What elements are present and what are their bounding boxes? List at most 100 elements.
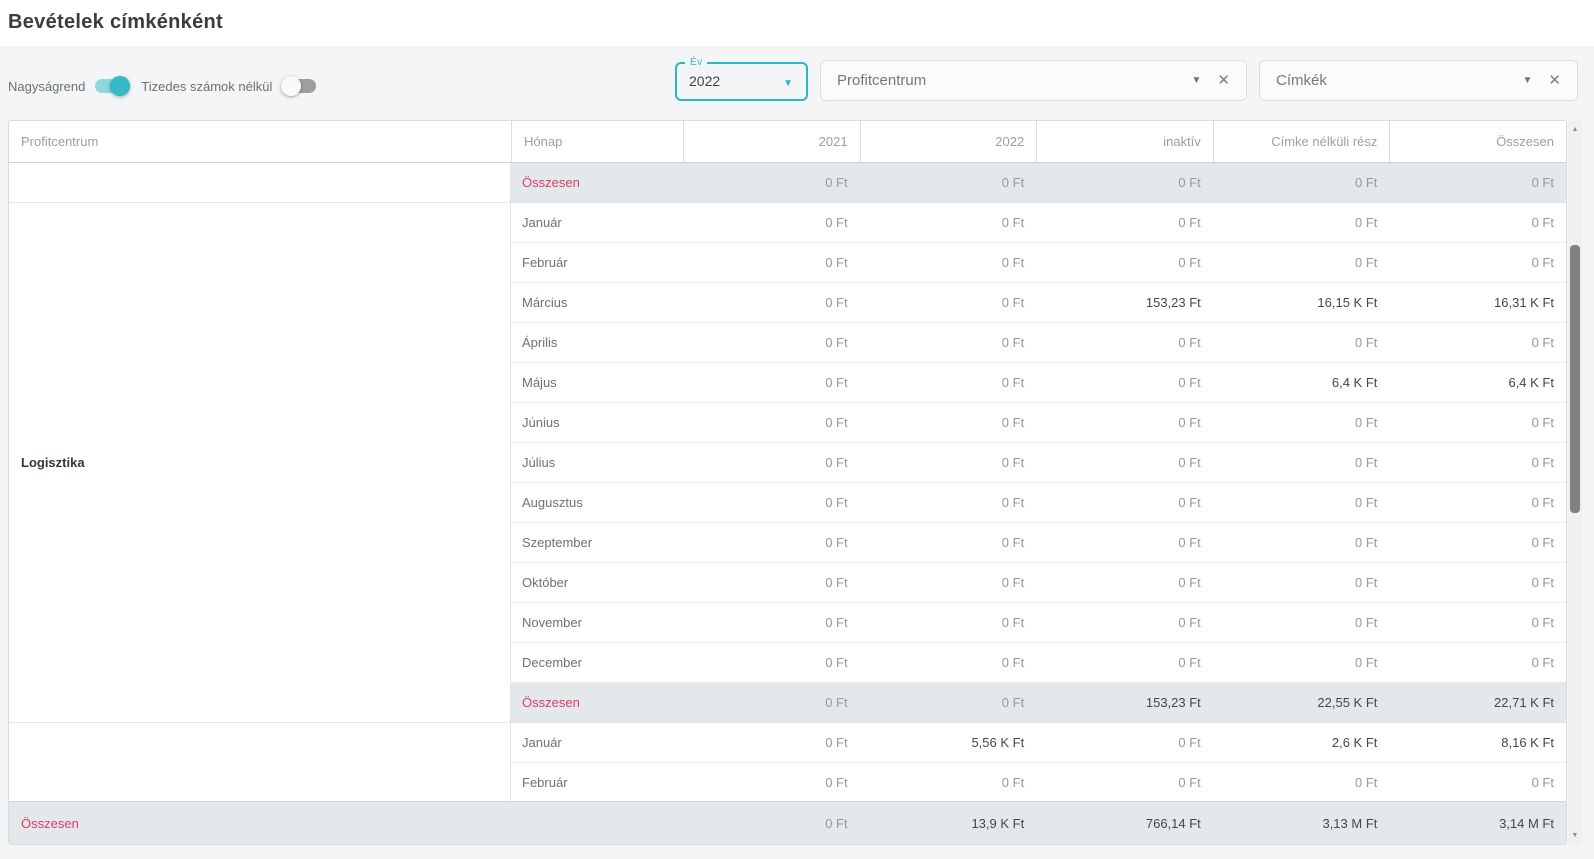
value-cell-untagged: 0 Ft: [1213, 643, 1390, 682]
month-cell: December: [511, 643, 683, 682]
column-header-month: Hónap: [511, 121, 683, 162]
value-cell-total: 6,4 K Ft: [1389, 363, 1566, 402]
value-cell-2021: 0 Ft: [683, 443, 860, 482]
month-cell: Július: [511, 443, 683, 482]
footer-value-2022: 13,9 K Ft: [860, 802, 1037, 844]
tags-select[interactable]: Címkék ▼ ✕: [1259, 60, 1578, 101]
scroll-down-icon[interactable]: ▼: [1568, 829, 1582, 843]
table-row: December 0 Ft 0 Ft 0 Ft 0 Ft 0 Ft: [511, 643, 1566, 683]
toggle-knob: [110, 76, 130, 96]
month-cell: November: [511, 603, 683, 642]
value-cell-total: 0 Ft: [1389, 243, 1566, 282]
value-cell-total: 0 Ft: [1389, 603, 1566, 642]
month-cell: Április: [511, 323, 683, 362]
value-cell-2022: 5,56 K Ft: [860, 723, 1037, 762]
value-cell-2021: 0 Ft: [683, 243, 860, 282]
table-row: Január 0 Ft 0 Ft 0 Ft 0 Ft 0 Ft: [511, 203, 1566, 243]
year-select-value: 2022: [689, 73, 720, 89]
table-row: Január 0 Ft 5,56 K Ft 0 Ft 2,6 K Ft 8,16…: [511, 723, 1566, 763]
value-cell-2022: 0 Ft: [860, 243, 1037, 282]
scrollbar-thumb[interactable]: [1570, 245, 1580, 513]
value-cell-inactive: 0 Ft: [1036, 403, 1213, 442]
value-cell-untagged: 16,15 K Ft: [1213, 283, 1390, 322]
value-cell-inactive: 0 Ft: [1036, 563, 1213, 602]
revenue-table: Profitcentrum Hónap 2021 2022 inaktív Cí…: [8, 120, 1567, 845]
vertical-scrollbar[interactable]: ▲ ▼: [1568, 121, 1582, 845]
value-cell-2021: 0 Ft: [683, 723, 860, 762]
value-cell-2022: 0 Ft: [860, 363, 1037, 402]
value-cell-2021: 0 Ft: [683, 523, 860, 562]
column-header-profitcenter: Profitcentrum: [9, 121, 511, 162]
profitcenter-column: Logisztika: [9, 163, 511, 803]
value-cell-untagged: 0 Ft: [1213, 443, 1390, 482]
footer-value-inactive: 766,14 Ft: [1036, 802, 1213, 844]
magnitude-toggle[interactable]: [95, 76, 129, 96]
value-cell-inactive: 153,23 Ft: [1036, 683, 1213, 722]
titlebar: Bevételek címkénként: [0, 0, 1594, 46]
table-row: Február 0 Ft 0 Ft 0 Ft 0 Ft 0 Ft: [511, 763, 1566, 803]
value-cell-untagged: 0 Ft: [1213, 563, 1390, 602]
toggle-knob: [281, 76, 301, 96]
value-cell-untagged: 0 Ft: [1213, 243, 1390, 282]
footer-empty-cell: [511, 802, 683, 844]
page-title: Bevételek címkénként: [0, 0, 1594, 34]
value-cell-total: 0 Ft: [1389, 323, 1566, 362]
table-row: Június 0 Ft 0 Ft 0 Ft 0 Ft 0 Ft: [511, 403, 1566, 443]
clear-icon[interactable]: ✕: [1217, 73, 1230, 88]
value-cell-total: 0 Ft: [1389, 403, 1566, 442]
value-cell-untagged: 2,6 K Ft: [1213, 723, 1390, 762]
value-cell-untagged: 0 Ft: [1213, 403, 1390, 442]
value-cell-inactive: 0 Ft: [1036, 603, 1213, 642]
scroll-up-icon[interactable]: ▲: [1568, 123, 1582, 137]
clear-icon[interactable]: ✕: [1548, 73, 1561, 88]
value-cell-2022: 0 Ft: [860, 643, 1037, 682]
value-cell-total: 0 Ft: [1389, 203, 1566, 242]
value-cell-2021: 0 Ft: [683, 323, 860, 362]
value-cell-2021: 0 Ft: [683, 563, 860, 602]
table-row: Október 0 Ft 0 Ft 0 Ft 0 Ft 0 Ft: [511, 563, 1566, 603]
value-cell-2021: 0 Ft: [683, 643, 860, 682]
toggle-row: Nagyságrend Tizedes számok nélkül: [8, 76, 328, 96]
value-cell-inactive: 0 Ft: [1036, 483, 1213, 522]
value-cell-inactive: 0 Ft: [1036, 723, 1213, 762]
month-cell: Összesen: [511, 683, 683, 722]
value-cell-2021: 0 Ft: [683, 683, 860, 722]
no-decimals-toggle[interactable]: [282, 76, 316, 96]
month-cell: Március: [511, 283, 683, 322]
profitcenter-select[interactable]: Profitcentrum ▼ ✕: [820, 60, 1247, 101]
group-divider: [9, 722, 510, 723]
month-cell: Február: [511, 763, 683, 802]
value-cell-total: 0 Ft: [1389, 643, 1566, 682]
chevron-down-icon[interactable]: ▼: [783, 79, 793, 89]
value-cell-2021: 0 Ft: [683, 363, 860, 402]
no-decimals-toggle-label: Tizedes számok nélkül: [141, 79, 272, 94]
month-cell: Február: [511, 243, 683, 282]
year-select[interactable]: Év 2022 ▼: [675, 62, 808, 101]
value-cell-untagged: 22,55 K Ft: [1213, 683, 1390, 722]
value-cell-2021: 0 Ft: [683, 763, 860, 802]
value-cell-2021: 0 Ft: [683, 403, 860, 442]
month-cell: Szeptember: [511, 523, 683, 562]
profitcenter-select-placeholder: Profitcentrum: [837, 72, 926, 89]
value-cell-total: 0 Ft: [1389, 763, 1566, 802]
value-cell-2022: 0 Ft: [860, 403, 1037, 442]
value-cell-inactive: 0 Ft: [1036, 763, 1213, 802]
value-cell-inactive: 153,23 Ft: [1036, 283, 1213, 322]
chevron-down-icon[interactable]: ▼: [1523, 76, 1533, 86]
profitcenter-group-label: Logisztika: [9, 203, 510, 722]
table-row: Július 0 Ft 0 Ft 0 Ft 0 Ft 0 Ft: [511, 443, 1566, 483]
tags-select-placeholder: Címkék: [1276, 72, 1327, 89]
value-cell-total: 0 Ft: [1389, 483, 1566, 522]
table-row: Összesen 0 Ft 0 Ft 0 Ft 0 Ft 0 Ft: [511, 163, 1566, 203]
value-cell-2021: 0 Ft: [683, 603, 860, 642]
month-cell: Január: [511, 723, 683, 762]
value-cell-2022: 0 Ft: [860, 203, 1037, 242]
value-cell-2022: 0 Ft: [860, 523, 1037, 562]
chevron-down-icon[interactable]: ▼: [1192, 76, 1202, 86]
value-cell-total: 0 Ft: [1389, 163, 1566, 202]
footer-value-total: 3,14 M Ft: [1389, 802, 1566, 844]
table-row: Április 0 Ft 0 Ft 0 Ft 0 Ft 0 Ft: [511, 323, 1566, 363]
value-cell-inactive: 0 Ft: [1036, 163, 1213, 202]
value-cell-total: 8,16 K Ft: [1389, 723, 1566, 762]
value-cell-untagged: 0 Ft: [1213, 163, 1390, 202]
